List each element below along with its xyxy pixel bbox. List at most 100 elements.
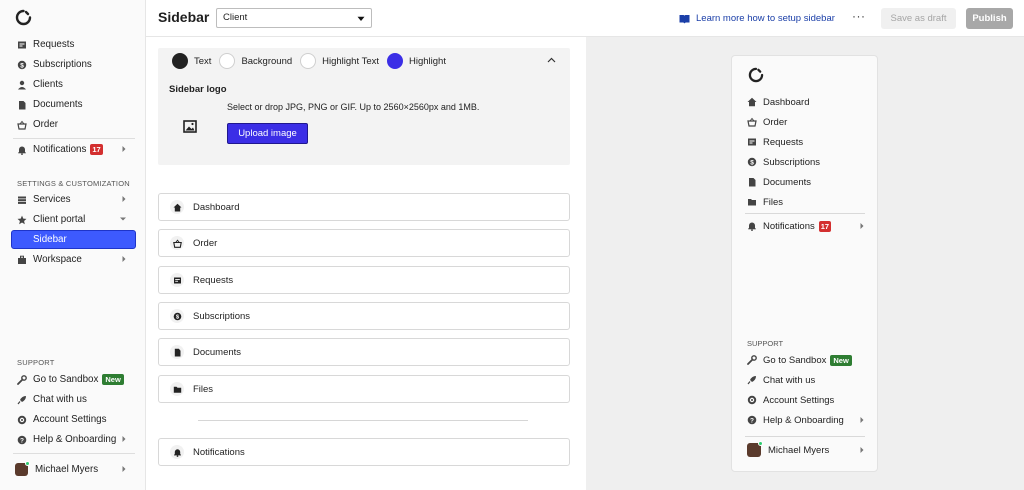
- sidebar-entry-documents[interactable]: Documents: [158, 338, 570, 366]
- highlight-color-swatch[interactable]: [387, 53, 403, 69]
- support-section-label: SUPPORT: [17, 358, 55, 367]
- entry-label: Dashboard: [193, 201, 240, 213]
- sidebar-item-clients[interactable]: Clients: [11, 75, 136, 94]
- preview-item-label: Chat with us: [763, 374, 816, 386]
- sidebar-item-label: Notifications: [33, 144, 87, 155]
- sidebar-item-services[interactable]: Services: [11, 190, 136, 209]
- preview-item-sandbox: Go to Sandbox New: [747, 352, 865, 368]
- documents-icon: [17, 100, 27, 110]
- image-placeholder-icon[interactable]: [183, 120, 197, 133]
- chevron-down-icon: [119, 216, 127, 222]
- briefcase-icon: [17, 255, 27, 265]
- sidebar-preview-area: Dashboard Order Requests $ Subscriptions…: [586, 37, 1024, 490]
- sidebar-entry-subscriptions[interactable]: $ Subscriptions: [158, 302, 570, 330]
- background-color-swatch[interactable]: [219, 53, 236, 69]
- wrench-icon: [747, 355, 757, 365]
- subscriptions-icon: $: [170, 309, 184, 323]
- sidebar-item-sidebar[interactable]: Sidebar: [11, 230, 136, 249]
- swatch-label: Highlight: [409, 55, 446, 67]
- save-draft-button[interactable]: Save as draft: [881, 8, 956, 29]
- app-logo-icon[interactable]: [15, 9, 32, 26]
- sidebar-preview-card: Dashboard Order Requests $ Subscriptions…: [731, 55, 878, 472]
- preview-item-label: Documents: [763, 176, 812, 188]
- sidebar-item-label: Account Settings: [33, 414, 107, 425]
- publish-button[interactable]: Publish: [966, 8, 1013, 29]
- left-sidebar: Requests $ Subscriptions Clients Documen…: [0, 0, 146, 490]
- sidebar-entry-order[interactable]: Order: [158, 229, 570, 257]
- chevron-right-icon: [859, 222, 865, 230]
- entry-label: Files: [193, 383, 214, 395]
- chevron-right-icon: [121, 255, 127, 263]
- text-color-swatch[interactable]: [172, 53, 188, 69]
- chevron-up-icon[interactable]: [547, 57, 556, 63]
- gear-icon: [17, 415, 27, 425]
- online-status-dot: [25, 461, 30, 466]
- entry-label: Order: [193, 237, 218, 249]
- swatch-label: Background: [241, 55, 293, 67]
- bell-icon: [170, 445, 184, 459]
- divider: [745, 213, 865, 214]
- avatar: [15, 461, 30, 476]
- learn-more-link[interactable]: Learn more how to setup sidebar: [679, 13, 835, 24]
- svg-text:$: $: [750, 159, 754, 166]
- sidebar-item-notifications[interactable]: Notifications 17: [11, 140, 136, 159]
- home-icon: [747, 97, 757, 107]
- portal-type-select[interactable]: Client: [216, 8, 372, 28]
- help-icon: ?: [747, 415, 757, 425]
- user-menu[interactable]: Michael Myers: [11, 460, 136, 479]
- sidebar-item-account-settings[interactable]: Account Settings: [11, 410, 136, 429]
- sidebar-item-label: Order: [33, 119, 59, 130]
- basket-icon: [170, 236, 184, 250]
- sidebar-item-help[interactable]: ? Help & Onboarding: [11, 430, 136, 449]
- logo-upload-hint: Select or drop JPG, PNG or GIF. Up to 25…: [227, 102, 480, 112]
- subscriptions-icon: $: [17, 60, 27, 70]
- sidebar-item-requests[interactable]: Requests: [11, 35, 136, 54]
- sidebar-item-sandbox[interactable]: Go to Sandbox New: [11, 370, 136, 389]
- sidebar-item-label: Services: [33, 194, 71, 205]
- sidebar-entry-requests[interactable]: Requests: [158, 266, 570, 294]
- preview-item-label: Notifications: [763, 220, 815, 232]
- preview-item-label: Order: [763, 116, 788, 128]
- wrench-icon: [17, 374, 27, 385]
- sidebar-editor: Text Background Highlight Text Highlight…: [146, 37, 586, 490]
- preview-item-order: Order: [747, 114, 865, 130]
- rocket-icon: [747, 375, 757, 385]
- chevron-right-icon: [121, 465, 127, 473]
- chevron-right-icon: [121, 435, 127, 443]
- sidebar-entry-files[interactable]: Files: [158, 375, 570, 403]
- preview-item-label: Subscriptions: [763, 156, 821, 168]
- preview-item-label: Files: [763, 196, 784, 208]
- sidebar-entry-notifications[interactable]: Notifications: [158, 438, 570, 466]
- sidebar-item-workspace[interactable]: Workspace: [11, 250, 136, 269]
- sidebar-entry-dashboard[interactable]: Dashboard: [158, 193, 570, 221]
- sidebar-item-documents[interactable]: Documents: [11, 95, 136, 114]
- sidebar-logo-heading: Sidebar logo: [169, 84, 227, 95]
- sidebar-item-order[interactable]: Order: [11, 115, 136, 134]
- preview-item-account-settings: Account Settings: [747, 392, 865, 408]
- sidebar-item-label: Help & Onboarding: [33, 434, 117, 445]
- upload-image-button[interactable]: Upload image: [227, 123, 308, 144]
- preview-item-label: Account Settings: [763, 394, 835, 406]
- sidebar-item-client-portal[interactable]: Client portal: [11, 210, 136, 229]
- more-options-button[interactable]: ···: [852, 9, 866, 23]
- appearance-panel: Text Background Highlight Text Highlight…: [158, 48, 570, 165]
- preview-item-label: Go to Sandbox: [763, 354, 827, 366]
- sidebar-item-chat[interactable]: Chat with us: [11, 390, 136, 409]
- sidebar-item-label: Sidebar: [33, 234, 67, 245]
- documents-icon: [747, 177, 757, 187]
- requests-icon: [170, 273, 184, 287]
- select-value: Client: [223, 12, 248, 23]
- divider: [13, 453, 135, 454]
- highlight-text-color-swatch[interactable]: [300, 53, 317, 69]
- avatar: [747, 441, 763, 457]
- settings-section-label: SETTINGS & CUSTOMIZATION: [17, 179, 130, 188]
- entry-label: Subscriptions: [193, 310, 251, 322]
- entry-label: Notifications: [193, 446, 245, 458]
- swatch-label: Highlight Text: [322, 55, 379, 67]
- star-icon: [17, 215, 27, 225]
- top-header: Sidebar Client Learn more how to setup s…: [146, 0, 1024, 37]
- app-logo-icon: [748, 67, 764, 83]
- preview-user-name: Michael Myers: [768, 444, 830, 456]
- sidebar-item-subscriptions[interactable]: $ Subscriptions: [11, 55, 136, 74]
- home-icon: [170, 200, 184, 214]
